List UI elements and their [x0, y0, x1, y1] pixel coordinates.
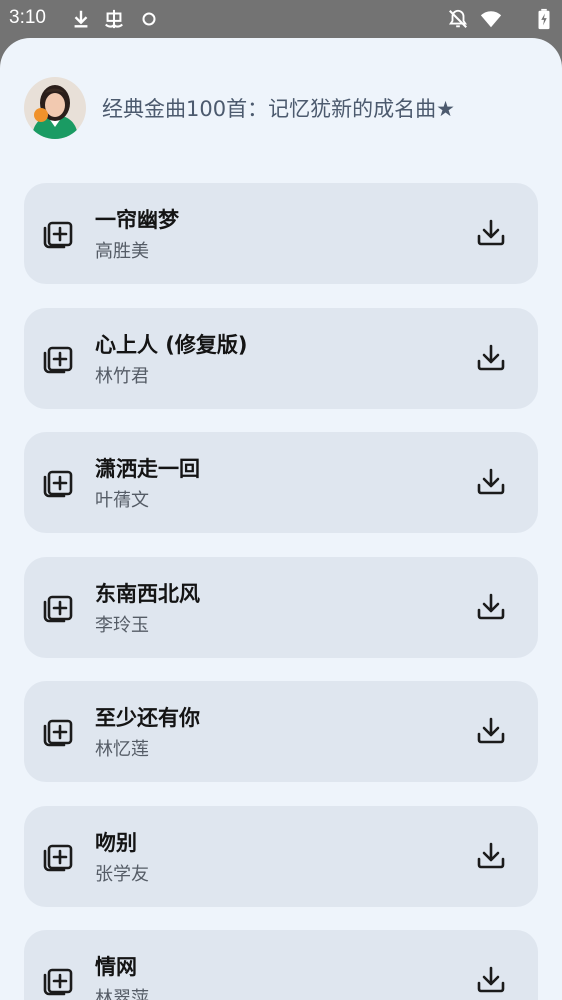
playlist-header: 经典金曲100首：记忆犹新的成名曲★ — [24, 76, 455, 140]
add-to-playlist-icon[interactable] — [42, 840, 75, 873]
song-card[interactable]: 情网 林翠萍 — [24, 930, 538, 1000]
song-title: 东南西北风 — [95, 581, 200, 606]
download-icon[interactable] — [474, 341, 508, 375]
bug-icon — [105, 9, 123, 29]
download-icon[interactable] — [474, 216, 508, 250]
add-to-playlist-icon[interactable] — [42, 342, 75, 375]
song-card[interactable]: 至少还有你 林忆莲 — [24, 681, 538, 782]
bottom-sheet: 经典金曲100首：记忆犹新的成名曲★ 一帘幽梦 高胜美 心上人 (修复版) 林竹… — [0, 38, 562, 1000]
song-artist: 叶蒨文 — [95, 490, 149, 511]
status-bar: 3:10 — [0, 0, 562, 38]
notifications-off-icon — [448, 9, 468, 28]
download-icon[interactable] — [474, 714, 508, 748]
song-artist: 林竹君 — [95, 365, 149, 387]
song-title: 吻别 — [95, 830, 137, 855]
download-icon[interactable] — [474, 590, 508, 624]
add-to-playlist-icon[interactable] — [42, 217, 75, 250]
battery-charging-icon — [538, 8, 550, 30]
add-to-playlist-icon[interactable] — [42, 964, 75, 997]
song-artist: 张学友 — [95, 863, 149, 885]
add-to-playlist-icon[interactable] — [42, 715, 75, 748]
add-to-playlist-icon[interactable] — [42, 466, 75, 499]
playlist-title: 经典金曲100首：记忆犹新的成名曲★ — [102, 97, 455, 121]
download-icon[interactable] — [474, 963, 508, 997]
download-icon — [74, 10, 88, 28]
song-artist: 高胜美 — [95, 241, 149, 262]
avatar[interactable] — [24, 77, 86, 139]
song-title: 一帘幽梦 — [95, 208, 179, 232]
wifi-icon — [480, 11, 502, 28]
song-card[interactable]: 潇洒走一回 叶蒨文 — [24, 432, 538, 533]
song-title: 潇洒走一回 — [95, 457, 200, 481]
song-artist: 李玲玉 — [95, 614, 149, 636]
song-title: 心上人 (修复版) — [95, 332, 248, 357]
song-artist: 林翠萍 — [95, 988, 149, 1000]
download-icon[interactable] — [474, 465, 508, 499]
status-time: 3:10 — [9, 7, 46, 28]
song-title: 至少还有你 — [95, 706, 200, 730]
song-card[interactable]: 一帘幽梦 高胜美 — [24, 183, 538, 284]
song-card[interactable]: 东南西北风 李玲玉 — [24, 556, 538, 658]
download-icon[interactable] — [474, 839, 508, 873]
song-card[interactable]: 心上人 (修复版) 林竹君 — [24, 307, 538, 409]
circle-icon — [142, 12, 156, 26]
song-artist: 林忆莲 — [95, 739, 149, 760]
add-to-playlist-icon[interactable] — [42, 591, 75, 624]
song-card[interactable]: 吻别 张学友 — [24, 805, 538, 907]
song-title: 情网 — [95, 955, 137, 979]
